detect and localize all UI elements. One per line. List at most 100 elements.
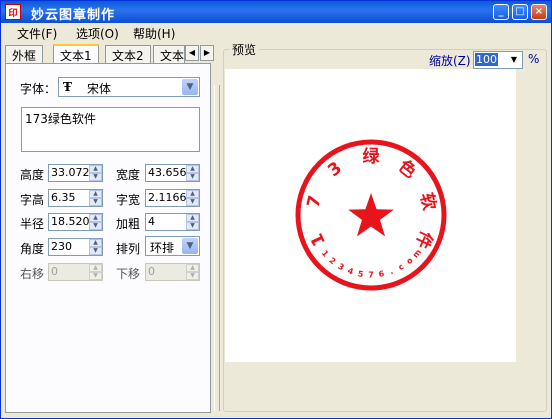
spin-down-icon[interactable]: ▼ [186,173,199,181]
seal-char: 1 [307,230,330,249]
seal-char: 绿 [363,146,381,167]
maximize-button[interactable]: □ [512,4,528,20]
seal-inner-char: c [397,262,406,272]
star-icon [348,193,394,237]
arrange-label: 排列 [116,242,141,256]
seal-char: 7 [304,194,326,210]
char-height-spinner[interactable]: 6.35 ▲ ▼ [48,189,103,207]
bold-spinner[interactable]: 4 ▲ ▼ [145,213,200,231]
seal-char: 3 [324,158,346,181]
radius-spinner[interactable]: 18.520 ▲ ▼ [48,213,103,231]
zoom-label: 缩放(Z) [429,54,471,68]
seal-inner-char: 4 [346,266,355,277]
zoom-value: 100 [475,53,498,66]
tab-text2[interactable]: 文本2 [105,45,151,63]
spin-down-icon[interactable]: ▼ [89,198,102,206]
zoom-select[interactable]: 100 ▼ [473,51,523,69]
char-width-label: 字宽 [116,193,141,207]
seal-inner-char: m [411,248,423,260]
angle-label: 角度 [20,242,45,256]
width-label: 宽度 [116,168,141,182]
tab-scroll-right-icon[interactable]: ▶ [200,45,214,61]
spin-down-icon[interactable]: ▼ [186,198,199,206]
close-button[interactable]: × [531,4,547,20]
spin-down-icon[interactable]: ▼ [186,272,199,280]
tab-text1[interactable]: 文本1 [53,44,99,63]
arrange-select[interactable]: 环排 ▼ [145,236,200,256]
spin-up-icon[interactable]: ▲ [89,190,102,198]
bold-label: 加粗 [116,217,141,231]
spin-up-icon[interactable]: ▲ [186,264,199,272]
menu-bar: 文件(F) 选项(O) 帮助(H) [1,23,551,43]
seal-preview: 173绿 色软件 123 4 5 7 6. com [295,139,447,291]
tab-strip: 外框 文本1 文本2 文本 ◀ ▶ [5,44,215,63]
zoom-percent: % [528,52,540,66]
spin-up-icon[interactable]: ▲ [186,165,199,173]
spin-down-icon[interactable]: ▼ [186,222,199,230]
chevron-down-icon[interactable]: ▼ [182,238,198,254]
spin-down-icon[interactable]: ▼ [89,272,102,280]
menu-file[interactable]: 文件(F) [17,25,57,42]
height-label: 高度 [20,168,45,182]
down-shift-spinner[interactable]: 0 ▲ ▼ [145,263,200,281]
font-select[interactable]: Ŧ 宋体 ▼ [58,77,200,97]
spin-up-icon[interactable]: ▲ [89,239,102,247]
seal-inner-char: 1 [320,249,331,259]
char-height-label: 字高 [20,193,45,207]
char-width-spinner[interactable]: 2.1166 ▲ ▼ [145,189,200,207]
arrange-value: 环排 [150,241,175,255]
tab-text3[interactable]: 文本 [153,45,185,63]
width-value: 43.656 [148,166,187,179]
chevron-down-icon[interactable]: ▼ [182,79,198,95]
down-shift-value: 0 [148,265,155,278]
seal-char: 软 [416,191,440,212]
spin-down-icon[interactable]: ▼ [89,173,102,181]
spin-down-icon[interactable]: ▼ [89,247,102,255]
menu-options[interactable]: 选项(O) [76,25,119,42]
tab-frame[interactable]: 外框 [5,45,44,63]
preview-canvas: 173绿色软件 1234576.com [225,69,516,362]
tab-scroll-left-icon[interactable]: ◀ [185,45,199,61]
height-spinner[interactable]: 33.072 ▲ ▼ [48,164,103,182]
menu-help[interactable]: 帮助(H) [133,25,175,42]
font-label: 字体： [20,82,57,96]
preview-area: 173绿色软件 1234576.com [225,69,545,411]
width-spinner[interactable]: 43.656 ▲ ▼ [145,164,200,182]
chevron-down-icon[interactable]: ▼ [507,53,521,67]
app-window: 印 妙云图章制作 _ □ × 文件(F) 选项(O) 帮助(H) 外框 文本1 … [0,0,552,419]
spin-up-icon[interactable]: ▲ [186,214,199,222]
spin-up-icon[interactable]: ▲ [89,165,102,173]
right-shift-spinner[interactable]: 0 ▲ ▼ [48,263,103,281]
spin-up-icon[interactable]: ▲ [89,214,102,222]
text-settings-panel: 字体： Ŧ 宋体 ▼ 173绿色软件 高度 33.072 ▲ ▼ 宽度 43.65… [5,63,211,413]
seal-inner-char: 3 [336,262,345,273]
seal-inner-char: 5 [357,269,364,279]
right-shift-label: 右移 [20,267,45,281]
seal-text-input[interactable]: 173绿色软件 [21,107,200,152]
seal-inner-char: . [389,267,395,276]
angle-value: 230 [51,240,72,253]
char-height-value: 6.35 [51,191,76,204]
seal-inner-char: 6 [378,269,385,279]
spin-up-icon[interactable]: ▲ [89,264,102,272]
spin-up-icon[interactable]: ▲ [186,190,199,198]
radius-value: 18.520 [51,215,90,228]
truetype-font-icon: Ŧ [63,80,72,94]
radius-label: 半径 [20,217,45,231]
down-shift-label: 下移 [116,267,141,281]
angle-spinner[interactable]: 230 ▲ ▼ [48,238,103,256]
font-value: 宋体 [87,82,112,96]
window-title: 妙云图章制作 [31,8,116,23]
panel-splitter[interactable] [214,85,220,411]
bold-value: 4 [148,215,155,228]
char-width-value: 2.1166 [148,191,187,204]
preview-title: 预览 [229,41,260,58]
title-bar[interactable]: 印 妙云图章制作 _ □ × [1,1,551,23]
seal-inner-char: 2 [327,256,337,266]
minimize-button[interactable]: _ [493,4,509,20]
spin-down-icon[interactable]: ▼ [89,222,102,230]
height-value: 33.072 [51,166,90,179]
seal-app-icon[interactable]: 印 [5,4,21,20]
right-shift-value: 0 [51,265,58,278]
seal-inner-text: 123 4 5 7 6. com [320,248,423,280]
